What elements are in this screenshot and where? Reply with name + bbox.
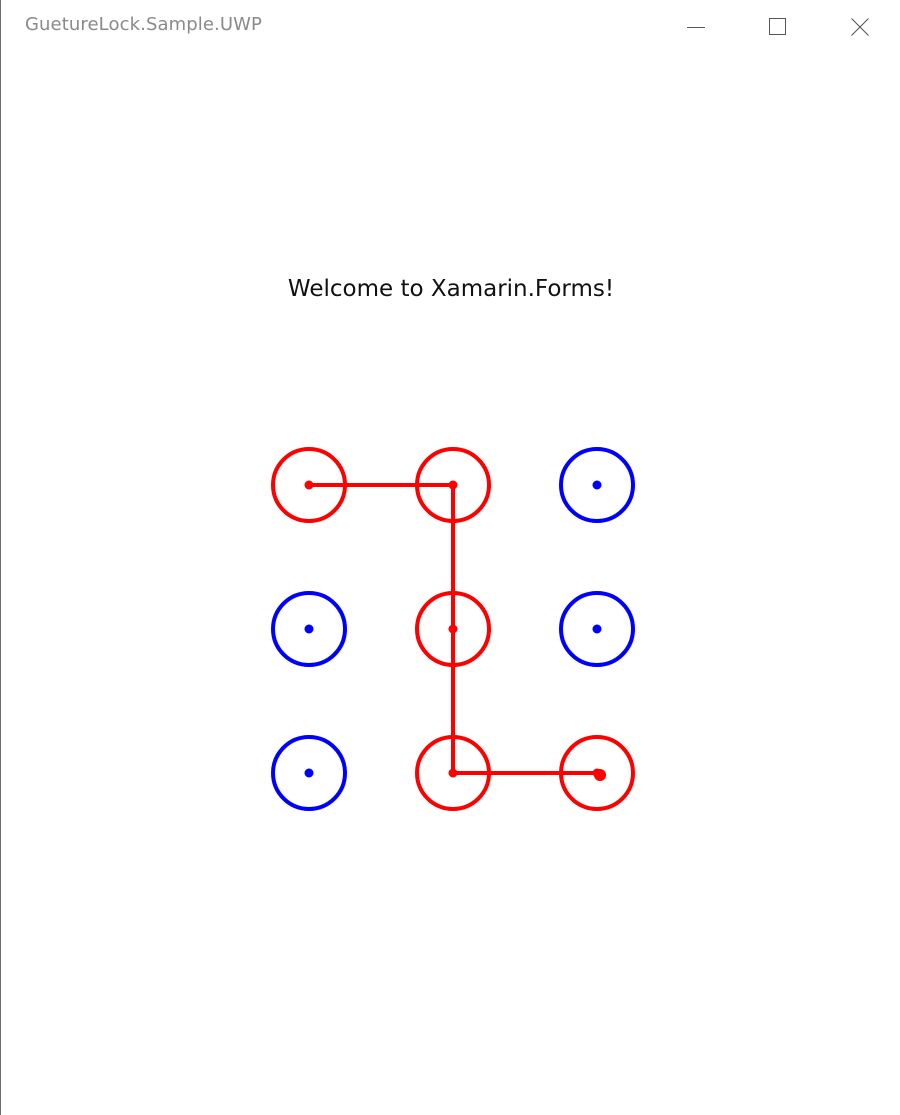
lock-node-dot-3	[592, 480, 602, 490]
lock-node-dot-2	[448, 480, 458, 490]
lock-node-dot-7	[304, 768, 314, 778]
gesture-lock-pad[interactable]	[1, 0, 900, 1115]
gesture-path-end	[594, 769, 606, 781]
lock-node-dot-8	[448, 768, 458, 778]
lock-node-dot-4	[304, 624, 314, 634]
lock-node-dot-1	[304, 480, 314, 490]
lock-node-dot-6	[592, 624, 602, 634]
app-window: GuetureLock.Sample.UWP Welcome to Xamari…	[0, 0, 900, 1115]
lock-node-dot-5	[448, 624, 458, 634]
